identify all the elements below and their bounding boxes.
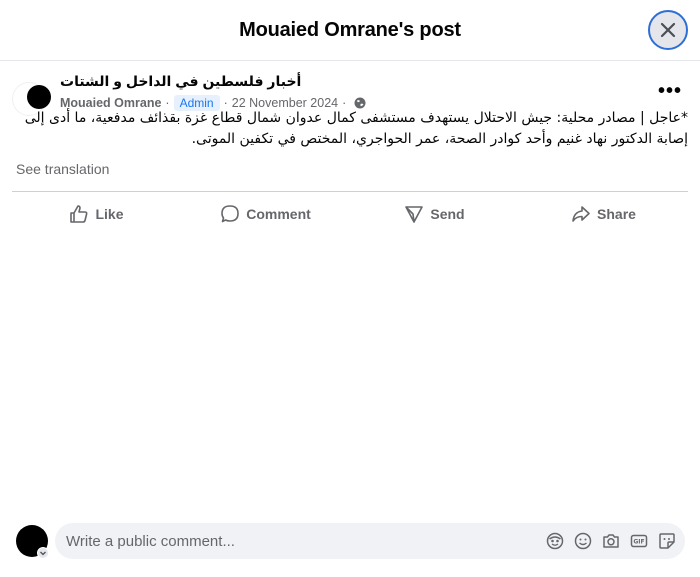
gif-icon[interactable]: GIF [629, 531, 649, 551]
more-options-button[interactable]: ••• [654, 80, 686, 102]
chevron-down-icon[interactable] [37, 547, 49, 559]
send-label: Send [430, 206, 465, 222]
comment-box[interactable]: GIF [55, 523, 685, 559]
comment-input[interactable] [66, 532, 526, 550]
post-actions-bar: Like Comment Send Share [12, 191, 688, 236]
thumbs-up-icon [70, 205, 88, 223]
post-text: *عاجل | مصادر محلية: جيش الاحتلال يستهدف… [24, 110, 688, 147]
camera-icon[interactable] [601, 531, 621, 551]
comment-composer: GIF [0, 520, 700, 570]
share-arrow-icon [572, 206, 590, 222]
dialog-title: Mouaied Omrane's post [239, 18, 461, 41]
comment-button[interactable]: Comment [181, 192, 350, 236]
share-label: Share [597, 206, 636, 222]
group-name[interactable]: أخبار فلسطين في الداخل و الشتات [60, 73, 301, 90]
send-icon [405, 206, 424, 223]
like-label: Like [95, 206, 124, 222]
send-button[interactable]: Send [350, 192, 519, 236]
comment-tools: GIF [545, 531, 677, 551]
comment-bubble-icon [221, 205, 240, 223]
author-avatar[interactable] [27, 85, 51, 109]
emoji-icon[interactable] [573, 531, 593, 551]
dialog-header: Mouaied Omrane's post [0, 0, 700, 61]
close-button[interactable] [648, 10, 688, 50]
close-icon [660, 22, 676, 38]
like-button[interactable]: Like [12, 192, 181, 236]
svg-text:GIF: GIF [633, 539, 644, 546]
avatar-sticker-icon[interactable] [545, 531, 565, 551]
see-translation-link[interactable]: See translation [16, 161, 109, 177]
sticker-icon[interactable] [657, 531, 677, 551]
share-button[interactable]: Share [519, 192, 688, 236]
more-dots-icon: ••• [657, 80, 682, 102]
comment-label: Comment [246, 206, 311, 222]
